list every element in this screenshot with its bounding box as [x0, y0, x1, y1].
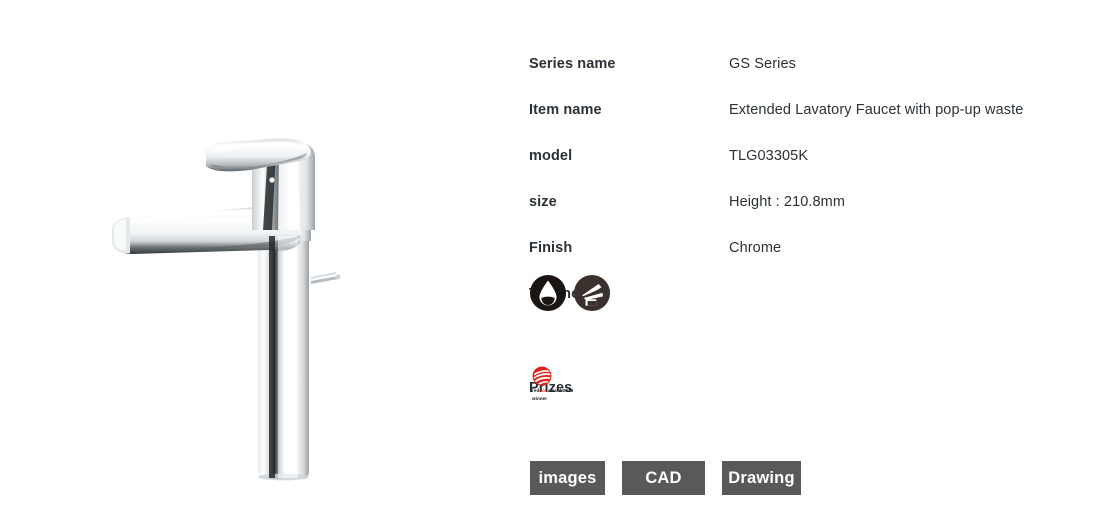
- spec-row-size: size Height : 210.8mm: [520, 194, 1118, 214]
- reddot-caption-dot: dot: [539, 388, 547, 393]
- popup-waste-rod: [311, 272, 341, 284]
- spec-row-series-name: Series name GS Series: [520, 56, 1118, 76]
- reddot-award-caption-line2: winner: [532, 395, 548, 401]
- images-button[interactable]: images: [530, 461, 605, 495]
- cad-button[interactable]: CAD: [622, 461, 705, 495]
- asset-tab-buttons: images CAD Drawing: [530, 461, 801, 495]
- reddot-award-logo-icon: [532, 366, 552, 386]
- faucet-product-photo: [111, 138, 341, 481]
- spec-value-size: Height : 210.8mm: [729, 194, 846, 210]
- prize-award-item: reddot award 2018 winner: [532, 366, 573, 401]
- product-image-pane: [0, 0, 520, 529]
- reddot-award-caption-line1: reddot award 2018: [532, 388, 573, 394]
- spec-label-series-name: Series name: [529, 56, 616, 72]
- spec-label-size: size: [529, 194, 557, 210]
- spec-value-model: TLG03305K: [729, 148, 809, 164]
- spec-value-finish: Chrome: [729, 240, 782, 256]
- drawing-button[interactable]: Drawing: [722, 461, 801, 495]
- product-specification-pane: Series name GS Series Item name Extended…: [520, 0, 1118, 529]
- spec-row-model: model TLG03305K: [520, 148, 1118, 168]
- reddot-caption-suffix: award 2018: [546, 388, 574, 393]
- spec-label-finish: Finish: [529, 240, 573, 256]
- technology-icon-list: [529, 274, 611, 312]
- spec-row-finish: Finish Chrome: [520, 240, 1118, 260]
- spec-label-item-name: Item name: [529, 102, 602, 118]
- water-drop-icon: [529, 274, 567, 312]
- faucet-spout-icon: [573, 274, 611, 312]
- spec-value-series-name: GS Series: [729, 56, 796, 72]
- spec-row-item-name: Item name Extended Lavatory Faucet with …: [520, 102, 1118, 122]
- spec-value-item-name: Extended Lavatory Faucet with pop-up was…: [729, 102, 1024, 118]
- spec-label-model: model: [529, 148, 573, 164]
